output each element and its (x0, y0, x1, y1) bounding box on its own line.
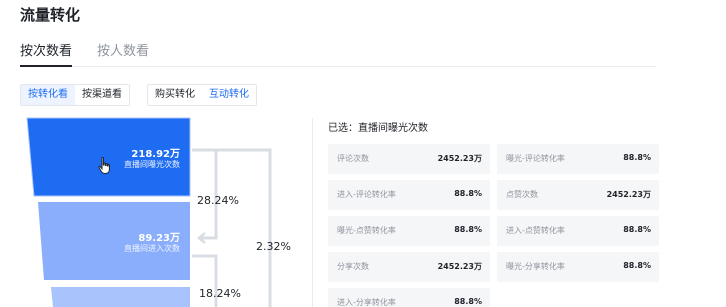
metric-cell: 进入-点赞转化率 88.8% (497, 216, 659, 246)
metric-name: 评论次数 (337, 154, 369, 163)
connector-stage1-to-stage2 (192, 148, 272, 307)
metric-cell: 曝光-评论转化率 88.8% (497, 144, 659, 174)
metric-value: 88.8% (623, 225, 651, 234)
segment-interaction-conversion[interactable]: 互动转化 (202, 85, 256, 105)
metric-name: 曝光-分享转化率 (506, 262, 565, 271)
selected-metric-label: 已选：直播间曝光次数 (328, 123, 428, 134)
traffic-conversion-panel: 流量转化 按次数看 按人数看 按转化看 按渠道看 购买转化 互动转化 218.9… (0, 0, 726, 307)
metric-cell: 分享次数 2452.23万 (328, 252, 490, 282)
metric-value: 2452.23万 (437, 262, 482, 271)
metric-value: 2452.23万 (606, 190, 651, 199)
metric-cell: 曝光-点赞转化率 88.8% (328, 216, 490, 246)
metric-name: 进入-分享转化率 (337, 298, 396, 307)
segment-purchase-conversion[interactable]: 购买转化 (148, 85, 202, 105)
metric-name: 进入-点赞转化率 (506, 226, 565, 235)
step-rate-1: 28.24% (197, 194, 239, 207)
stage2-label: 直播间进入次数 (124, 244, 180, 253)
metric-cell: 进入-评论转化率 88.8% (328, 180, 490, 210)
metric-value: 88.8% (623, 153, 651, 162)
segment-by-channel[interactable]: 按渠道看 (75, 85, 129, 105)
metric-cell: 曝光-分享转化率 88.8% (497, 252, 659, 282)
metric-name: 进入-评论转化率 (337, 190, 396, 199)
metric-name: 曝光-评论转化率 (506, 154, 565, 163)
tab-by-count[interactable]: 按次数看 (20, 40, 73, 67)
hand-cursor-icon (98, 157, 110, 174)
metric-value: 2452.23万 (437, 154, 482, 163)
metric-name: 分享次数 (337, 262, 369, 271)
stage1-label: 直播间曝光次数 (124, 160, 180, 169)
metric-name: 曝光-点赞转化率 (337, 226, 396, 235)
funnel-stage-third[interactable] (51, 287, 190, 307)
metric-cell: 评论次数 2452.23万 (328, 144, 490, 174)
segment-by-conversion[interactable]: 按转化看 (21, 85, 75, 105)
metric-value: 88.8% (454, 225, 482, 234)
panel-divider (312, 118, 313, 307)
stage1-value: 218.92万 (131, 149, 180, 160)
metric-cell: 进入-分享转化率 88.8% (328, 288, 490, 307)
overall-rate: 2.32% (256, 240, 291, 253)
metric-value: 88.8% (454, 189, 482, 198)
conversion-type-segment: 购买转化 互动转化 (147, 84, 257, 106)
stage2-value: 89.23万 (138, 233, 180, 244)
tab-bar: 按次数看 按人数看 (20, 38, 656, 67)
metric-value: 88.8% (454, 297, 482, 306)
page-title: 流量转化 (20, 6, 81, 24)
step-rate-2: 18.24% (199, 287, 241, 300)
funnel-chart (26, 117, 272, 307)
metric-value: 88.8% (623, 261, 651, 270)
metric-name: 点赞次数 (506, 190, 538, 199)
metric-cell: 点赞次数 2452.23万 (497, 180, 659, 210)
view-mode-segment: 按转化看 按渠道看 (20, 84, 130, 106)
tab-by-people[interactable]: 按人数看 (97, 40, 149, 67)
